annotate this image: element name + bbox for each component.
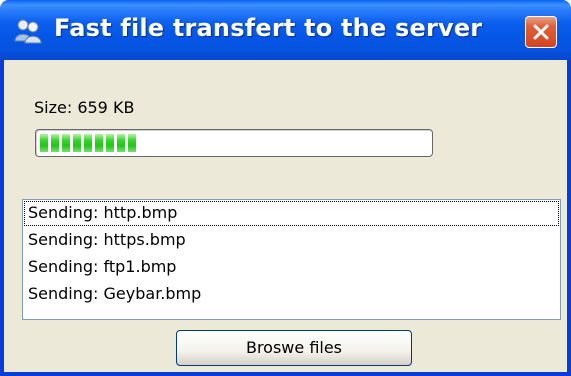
list-item[interactable]: Sending: ftp1.bmp (23, 254, 560, 281)
app-users-icon (13, 17, 43, 45)
progress-segment (106, 134, 114, 152)
app-window: Fast file transfert to the server Size: … (0, 0, 571, 376)
progress-segment (95, 134, 103, 152)
sending-files-list[interactable]: Sending: http.bmp Sending: https.bmp Sendi… (22, 199, 561, 320)
window-client-area: Size: 659 KB Sending: http.bmp Sending: h… (4, 60, 567, 372)
list-item[interactable]: Sending: Geybar.bmp (23, 281, 560, 308)
list-item[interactable]: Sending: http.bmp (23, 200, 560, 227)
progress-segment (51, 134, 59, 152)
size-label: Size: 659 KB (34, 98, 135, 117)
progress-segment (40, 134, 48, 152)
upload-progress-bar (35, 129, 433, 157)
close-button[interactable] (525, 16, 557, 48)
progress-segment (73, 134, 81, 152)
progress-segment (128, 134, 136, 152)
window-title: Fast file transfert to the server (54, 14, 483, 42)
list-item[interactable]: Sending: https.bmp (23, 227, 560, 254)
browse-files-button[interactable]: Broswe files (176, 330, 412, 366)
progress-segment (84, 134, 92, 152)
progress-fill (40, 134, 139, 152)
progress-segment (62, 134, 70, 152)
title-bar[interactable]: Fast file transfert to the server (0, 0, 571, 60)
progress-segment (117, 134, 125, 152)
close-icon (533, 24, 549, 40)
